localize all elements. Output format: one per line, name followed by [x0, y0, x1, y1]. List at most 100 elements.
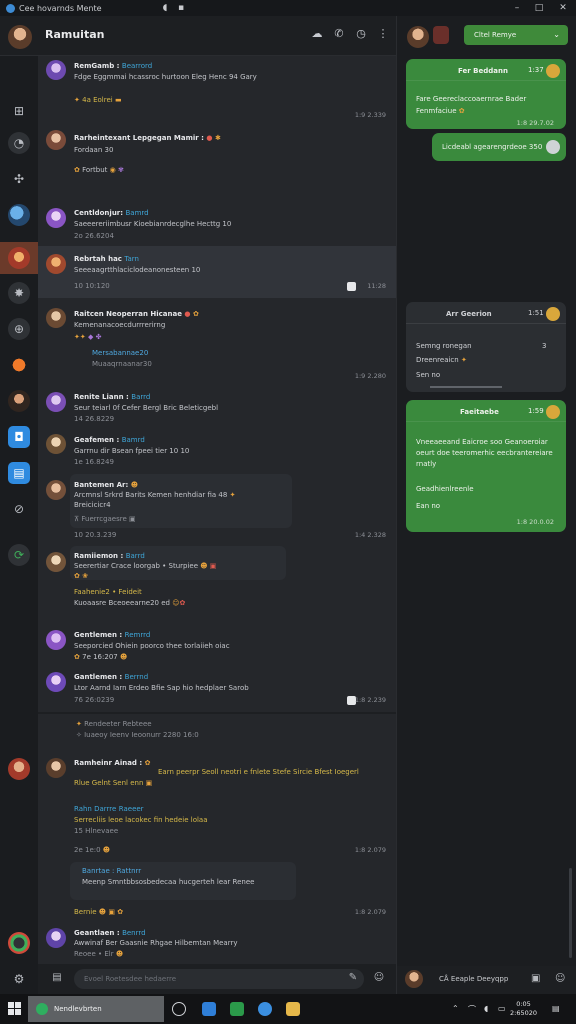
message-author[interactable]: Renite Liann : Barrd — [74, 393, 150, 401]
message-item[interactable]: Geafemen : Bamrd Garrnu dir Bsean fpeei … — [38, 432, 396, 472]
server-planet-icon[interactable] — [8, 204, 30, 226]
user-settings-icon[interactable]: ⚙ — [8, 968, 30, 990]
store-icon[interactable]: ◘ — [8, 426, 30, 448]
attach-file-icon[interactable]: ▤ — [50, 971, 64, 985]
message-item-selected[interactable]: Rebrtah hac Tarn Seeeaagrtthlaciclodeano… — [38, 246, 396, 298]
message-author[interactable]: Geafemen : Bamrd — [74, 436, 145, 444]
message-reaction[interactable]: ✿ Fortbut ◉ ✾ — [74, 166, 124, 174]
avatar[interactable] — [46, 60, 66, 80]
message-author[interactable]: Geantlaen : Benrrd — [74, 929, 146, 937]
more-icon[interactable]: ⋮ — [375, 26, 391, 42]
message-item[interactable]: Ramiiemon : Barrd Seerertiar Crace loorg… — [38, 546, 396, 618]
message-author[interactable]: Centldonjur: Bamrd — [74, 209, 149, 217]
message-author[interactable]: Bantemen Ar: ☻ — [74, 481, 138, 489]
message-author[interactable]: Raitcen Neoperran Hicanae ● ✿ — [74, 310, 199, 318]
avatar[interactable] — [46, 758, 66, 778]
reply-preview[interactable]: Mersabannae20 — [92, 349, 148, 357]
message-item[interactable]: Bantemen Ar: ☻ Arcmnsl Srkrd Barits Keme… — [38, 474, 396, 544]
message-item[interactable]: Gentlemen : Remrrd Seeporcied Ohiein poo… — [38, 626, 396, 670]
clock[interactable]: 0:05 2:65020 — [510, 1000, 537, 1018]
avatar[interactable] — [46, 672, 66, 692]
thread-input[interactable]: CÅ Eeaple Deeyqpp — [439, 975, 508, 983]
add-server-icon[interactable]: ⟳ — [8, 544, 30, 566]
avatar[interactable] — [46, 308, 66, 328]
message-item[interactable]: Raitcen Neoperran Hicanae ● ✿ Kemenanaco… — [38, 302, 396, 386]
message-item[interactable]: 2e 1e:0 ☻ 1:8 2.079 Banrtae : Rattnrr Me… — [38, 846, 396, 926]
thread-message-card[interactable]: Fer Beddann 1:37 Fare Geereclaccoaernrae… — [406, 59, 566, 129]
composer-avatar[interactable] — [405, 970, 423, 988]
message-item[interactable]: Centldonjur: Bamrd Saeeereriimbusr Kioeb… — [38, 202, 396, 246]
windows-start-icon[interactable] — [8, 1002, 22, 1016]
avatar[interactable] — [46, 928, 66, 948]
message-input[interactable]: Evoel Roetesdee hedaerre — [74, 969, 364, 989]
user-avatar-icon[interactable] — [8, 758, 30, 780]
reply-preview[interactable]: ✦ Rendeeter Rebteee — [76, 720, 152, 728]
avatar[interactable] — [46, 552, 66, 572]
emoji-picker-icon[interactable]: ☺ — [372, 971, 386, 985]
audio-progress-bar[interactable] — [430, 386, 502, 388]
message-item[interactable]: Rarheintexant Lepgegan Mamir : ● ✱ Forda… — [38, 126, 396, 186]
message-author[interactable]: Gantlemen : Berrnd — [74, 673, 148, 681]
taskbar-active-app[interactable]: Nendlevbrten — [28, 996, 164, 1022]
puzzle-icon[interactable]: ✣ — [8, 168, 30, 190]
call-icon[interactable]: ✆ — [331, 26, 347, 42]
reply-preview[interactable]: Faahenie2 • Feideit — [74, 588, 142, 596]
message-author[interactable]: Rarheintexant Lepgegan Mamir : ● ✱ — [74, 134, 221, 142]
message-author[interactable]: RemGamb : Bearrord — [74, 62, 152, 70]
thread-dropdown[interactable]: Cltel Remye ⌄ — [464, 25, 568, 45]
maximize-button[interactable]: □ — [530, 0, 548, 16]
message-author[interactable]: Rebrtah hac Tarn — [74, 255, 139, 263]
cloud-icon[interactable]: ☁ — [309, 26, 325, 42]
folder-icon[interactable]: ▤ — [8, 462, 30, 484]
message-item[interactable]: ✦ Rendeeter Rebteee ✧ Iuaeoy Ieenv Ieoon… — [38, 716, 396, 752]
avatar[interactable] — [46, 208, 66, 228]
server-flame-icon[interactable] — [8, 354, 30, 376]
chat-avatar[interactable] — [8, 25, 32, 49]
message-reaction[interactable]: ✦✦ ◆ ✤ — [74, 333, 101, 341]
tray-chevron-icon[interactable]: ⌃ — [452, 1004, 459, 1013]
message-author[interactable]: Ramiiemon : Barrd — [74, 552, 145, 560]
gif-icon[interactable]: ▣ — [531, 973, 540, 984]
message-item[interactable]: Rahn Darrre Raeeer Serrecliis leoe lacok… — [38, 800, 396, 848]
download-apps-icon[interactable] — [8, 932, 30, 954]
message-reaction[interactable]: Bernie ☻ ▣ ✿ — [74, 908, 123, 916]
message-author[interactable]: Ramheinr Ainad : ✿ — [74, 759, 151, 767]
thread-avatar[interactable] — [407, 26, 429, 48]
volume-icon[interactable]: ◖ — [484, 1004, 488, 1013]
compose-icon[interactable]: ⊞ — [8, 100, 30, 122]
message-list[interactable]: RemGamb : Bearrord Fdge Eggmmai hcassroc… — [38, 56, 396, 964]
message-reaction[interactable]: ✦ 4a Eolrei ▬ — [74, 96, 122, 104]
paperclip-icon[interactable]: ✎ — [346, 971, 360, 985]
close-button[interactable]: ✕ — [554, 0, 572, 16]
gamepad-icon[interactable]: ◔ — [8, 132, 30, 154]
sheets-icon[interactable] — [230, 1002, 244, 1016]
server-avatar-icon[interactable] — [8, 390, 30, 412]
edge-browser-icon[interactable] — [202, 1002, 216, 1016]
avatar[interactable] — [46, 434, 66, 454]
file-explorer-icon[interactable] — [286, 1002, 300, 1016]
discover-icon[interactable]: ⊘ — [8, 498, 30, 520]
message-item[interactable]: Ramheinr Ainad : ✿ Earn peerpr Seoll neo… — [38, 754, 396, 798]
emoji-picker-icon[interactable]: ☺ — [555, 973, 565, 984]
notification-icon[interactable]: ▤ — [552, 1004, 560, 1013]
timer-icon[interactable]: ◷ — [353, 26, 369, 42]
scrollbar[interactable] — [569, 868, 572, 958]
store-icon[interactable] — [258, 1002, 272, 1016]
thread-message-card[interactable]: Faeitaebe 1:59 Vneeaeeand Eaicroe soo Ge… — [406, 400, 566, 532]
thread-message-card[interactable]: Licdeabl agearengrdeoe 350 — [432, 133, 566, 161]
message-item[interactable]: Gantlemen : Berrnd Ltor Aarnd Iarn Erdeo… — [38, 668, 396, 712]
settings-gear-icon[interactable]: ✸ — [8, 282, 30, 304]
message-reaction[interactable]: ✿ ❀ — [74, 572, 88, 580]
reply-preview[interactable]: Banrtae : Rattnrr — [82, 867, 141, 875]
message-item[interactable]: Geantlaen : Benrrd Awwinaf Ber Gaasnie R… — [38, 926, 396, 964]
avatar[interactable] — [46, 130, 66, 150]
battery-icon[interactable]: ▭ — [498, 1004, 506, 1013]
server-selected-icon[interactable] — [0, 242, 38, 274]
avatar[interactable] — [46, 392, 66, 412]
message-item[interactable]: RemGamb : Bearrord Fdge Eggmmai hcassroc… — [38, 56, 396, 122]
network-icon[interactable]: ⌒ — [468, 1004, 476, 1015]
thread-message-card[interactable]: Arr Geerion 1:51 Semng ronegan 3 Dreenre… — [406, 302, 566, 392]
search-icon[interactable] — [172, 1002, 186, 1016]
avatar[interactable] — [46, 254, 66, 274]
avatar[interactable] — [46, 480, 66, 500]
